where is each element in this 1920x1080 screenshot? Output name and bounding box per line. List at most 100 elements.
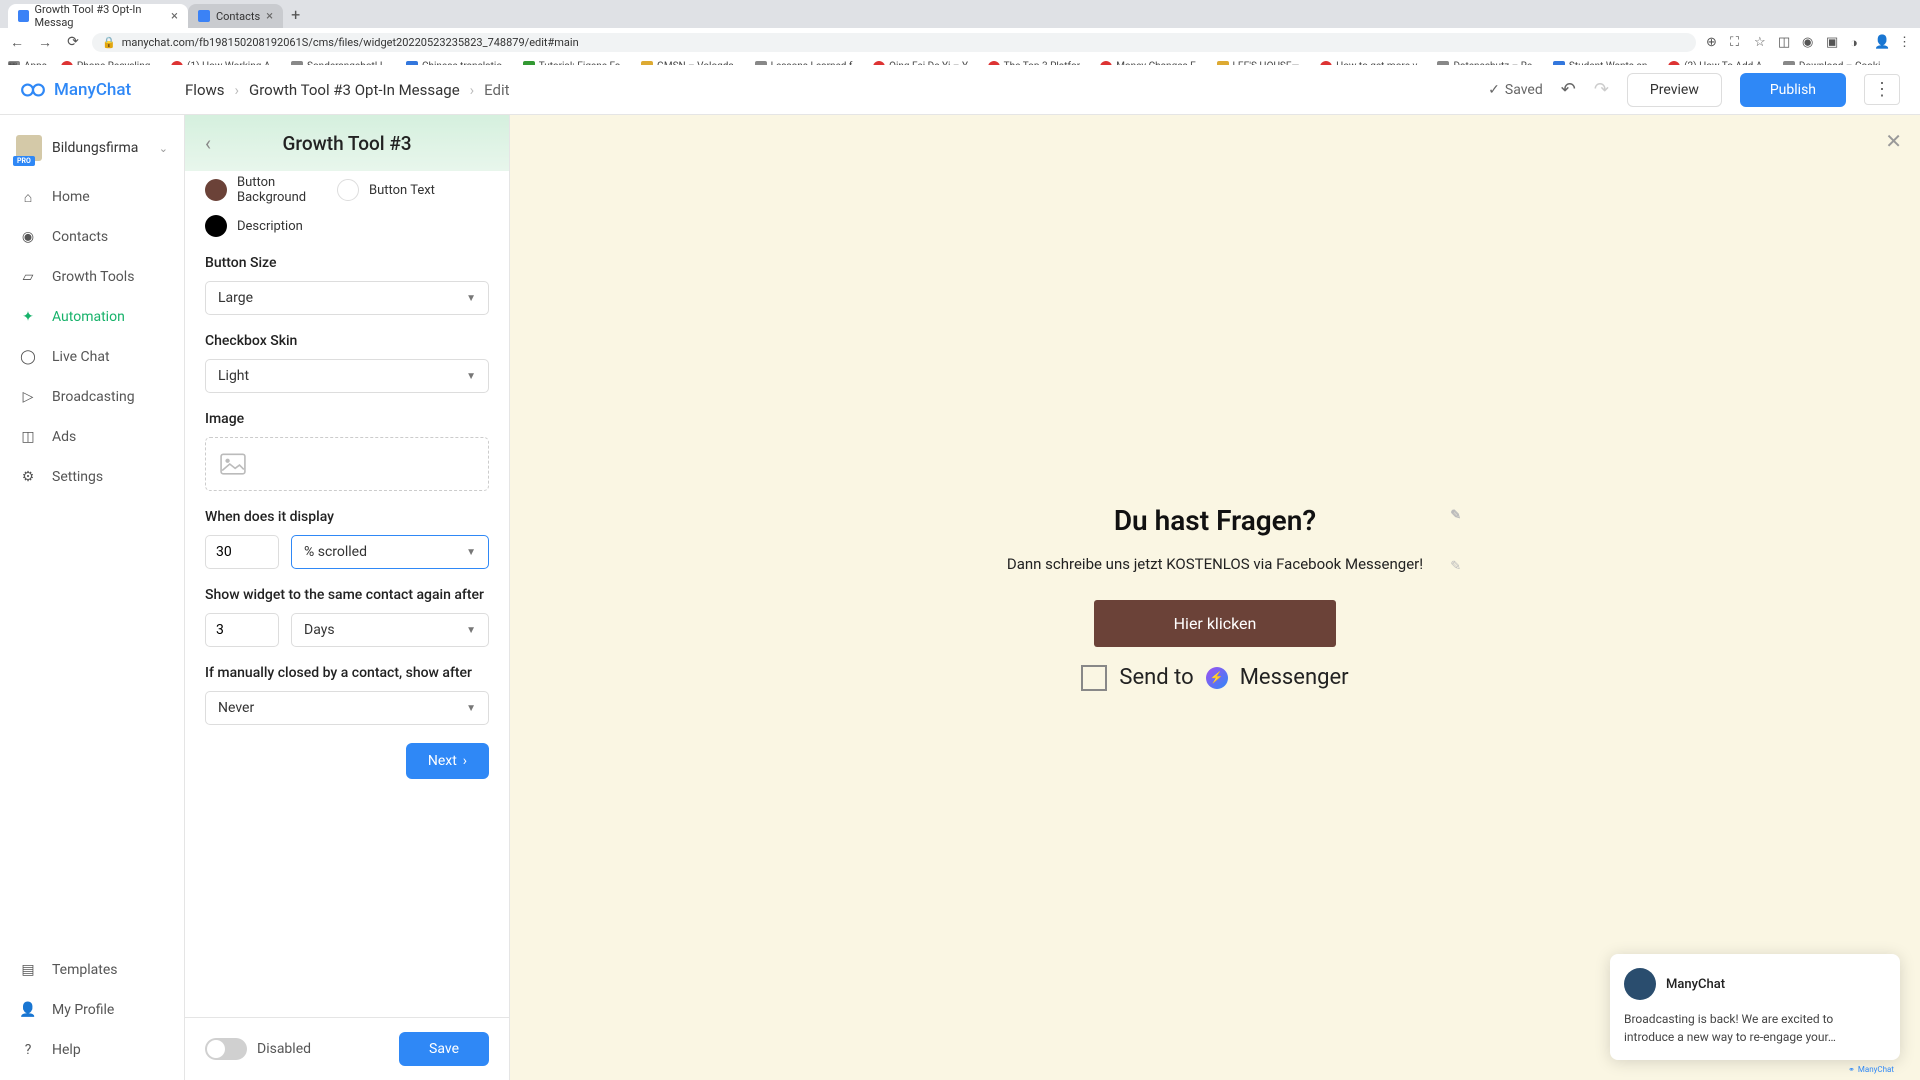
main-layout: PRO Bildungsfirma ⌄ ⌂Home ◉Contacts ▱Gro… (0, 115, 1920, 1080)
sidebar-item-templates[interactable]: ▤Templates (0, 950, 184, 990)
widget-description[interactable]: Dann schreibe uns jetzt KOSTENLOS via Fa… (1007, 553, 1423, 576)
ext4-icon[interactable]: ◑ (1850, 35, 1864, 49)
tab-close-icon[interactable]: × (266, 9, 273, 24)
sidebar-item-help[interactable]: ?Help (0, 1030, 184, 1070)
input-again-value[interactable] (205, 613, 279, 647)
image-placeholder-icon (220, 453, 246, 475)
send-text-pre: Send to (1119, 665, 1193, 690)
enable-toggle[interactable] (205, 1038, 247, 1060)
sidebar-item-automation[interactable]: ✦Automation (0, 297, 184, 337)
ads-icon: ◫ (18, 427, 38, 447)
widget-title[interactable]: Du hast Fragen? ✎ (1007, 504, 1423, 537)
help-icon: ? (18, 1040, 38, 1060)
color-row: Button Background Button Text (205, 175, 489, 205)
undo-button[interactable]: ↶ (1561, 79, 1576, 100)
translate-icon[interactable]: ⛶ (1730, 35, 1744, 49)
chevron-right-icon: › (470, 81, 475, 99)
chat-notification[interactable]: ManyChat Broadcasting is back! We are ex… (1610, 954, 1900, 1060)
gear-icon: ⚙ (18, 467, 38, 487)
sidebar-item-growth-tools[interactable]: ▱Growth Tools (0, 257, 184, 297)
sidebar-item-settings[interactable]: ⚙Settings (0, 457, 184, 497)
chat-avatar-icon (1624, 968, 1656, 1000)
panel-back-button[interactable]: ‹ (205, 131, 211, 155)
check-icon: ✓ (1488, 82, 1500, 98)
sidebar-item-my-profile[interactable]: 👤My Profile (0, 990, 184, 1030)
profile-icon[interactable]: 👤 (1874, 35, 1888, 49)
sidebar-item-live-chat[interactable]: ◯Live Chat (0, 337, 184, 377)
logo-text: ManyChat (54, 80, 131, 100)
saved-indicator: ✓Saved (1488, 82, 1543, 98)
checkbox-icon[interactable] (1081, 665, 1107, 691)
toggle-label: Disabled (257, 1041, 311, 1057)
sidebar-item-ads[interactable]: ◫Ads (0, 417, 184, 457)
preview-canvas: ✕ Du hast Fragen? ✎ Dann schreibe uns je… (510, 115, 1920, 1080)
new-tab-button[interactable]: + (283, 5, 308, 24)
redo-button: ↷ (1594, 79, 1609, 100)
browser-tab-active[interactable]: Growth Tool #3 Opt-In Messag × (8, 4, 188, 28)
select-closed-after[interactable]: Never▼ (205, 691, 489, 725)
select-display-unit[interactable]: % scrolled▼ (291, 535, 489, 569)
color-button-text[interactable]: Button Text (337, 179, 435, 201)
chevron-right-icon: › (235, 81, 240, 99)
broadcast-icon: ▷ (18, 387, 38, 407)
breadcrumb: Flows › Growth Tool #3 Opt-In Message › … (185, 81, 510, 99)
browser-tab[interactable]: Contacts × (188, 4, 283, 28)
url-text: manychat.com/fb198150208192061S/cms/file… (122, 36, 579, 49)
chat-icon: ◯ (18, 347, 38, 367)
label-checkbox-skin: Checkbox Skin (205, 333, 489, 349)
url-field[interactable]: 🔒 manychat.com/fb198150208192061S/cms/fi… (92, 33, 1696, 52)
select-again-unit[interactable]: Days▼ (291, 613, 489, 647)
manychat-logo-icon (20, 77, 46, 103)
more-menu-button[interactable]: ⋮ (1864, 74, 1900, 105)
send-to-messenger[interactable]: Send to Messenger (1007, 665, 1423, 691)
label-closed-after: If manually closed by a contact, show af… (205, 665, 489, 681)
widget-preview: Du hast Fragen? ✎ Dann schreibe uns jetz… (1007, 504, 1423, 691)
color-button-background[interactable]: Button Background (205, 175, 317, 205)
templates-icon: ▤ (18, 960, 38, 980)
reload-button[interactable]: ⟳ (64, 34, 82, 50)
nav-main: ⌂Home ◉Contacts ▱Growth Tools ✦Automatio… (0, 177, 184, 940)
image-upload[interactable] (205, 437, 489, 491)
ext2-icon[interactable]: ◉ (1802, 35, 1816, 49)
sidebar-item-home[interactable]: ⌂Home (0, 177, 184, 217)
chevron-down-icon: ▼ (466, 293, 476, 304)
ext3-icon[interactable]: ▣ (1826, 35, 1840, 49)
edit-icon[interactable]: ✎ (1450, 508, 1461, 523)
chevron-down-icon: ⌄ (159, 142, 168, 155)
preview-button[interactable]: Preview (1627, 73, 1722, 107)
input-display-value[interactable] (205, 535, 279, 569)
tab-bar: Growth Tool #3 Opt-In Messag × Contacts … (0, 0, 1920, 28)
sidebar-item-contacts[interactable]: ◉Contacts (0, 217, 184, 257)
zoom-icon[interactable]: ⊕ (1706, 35, 1720, 49)
logo[interactable]: ManyChat (20, 77, 185, 103)
sidebar-item-broadcasting[interactable]: ▷Broadcasting (0, 377, 184, 417)
panel-footer: Disabled Save (185, 1017, 509, 1080)
chat-header: ManyChat (1624, 968, 1886, 1000)
select-checkbox-skin[interactable]: Light▼ (205, 359, 489, 393)
ext1-icon[interactable]: ◫ (1778, 35, 1792, 49)
publish-button[interactable]: Publish (1740, 73, 1846, 107)
breadcrumb-item[interactable]: Growth Tool #3 Opt-In Message (249, 81, 460, 99)
edit-icon[interactable]: ✎ (1450, 557, 1461, 577)
settings-panel: ‹ Growth Tool #3 Button Background Butto… (185, 115, 510, 1080)
tab-close-icon[interactable]: × (171, 9, 178, 24)
chevron-down-icon: ▼ (466, 547, 476, 558)
label-button-size: Button Size (205, 255, 489, 271)
next-button[interactable]: Next› (406, 743, 489, 779)
profile-icon: 👤 (18, 1000, 38, 1020)
account-switcher[interactable]: PRO Bildungsfirma ⌄ (0, 125, 184, 177)
browser-chrome: Growth Tool #3 Opt-In Messag × Contacts … (0, 0, 1920, 65)
color-description[interactable]: Description (205, 215, 303, 237)
send-text-post: Messenger (1240, 665, 1349, 690)
widget-cta-button[interactable]: Hier klicken (1094, 600, 1337, 647)
menu-icon[interactable]: ⋮ (1898, 35, 1912, 49)
back-button[interactable]: ← (8, 34, 26, 51)
save-button[interactable]: Save (399, 1032, 489, 1066)
panel-body[interactable]: Button Background Button Text Descriptio… (185, 171, 509, 1017)
forward-button[interactable]: → (36, 34, 54, 51)
select-button-size[interactable]: Large▼ (205, 281, 489, 315)
close-preview-button[interactable]: ✕ (1885, 129, 1902, 153)
star-icon[interactable]: ☆ (1754, 35, 1768, 49)
breadcrumb-item[interactable]: Flows (185, 81, 225, 99)
app-header: ManyChat Flows › Growth Tool #3 Opt-In M… (0, 65, 1920, 115)
